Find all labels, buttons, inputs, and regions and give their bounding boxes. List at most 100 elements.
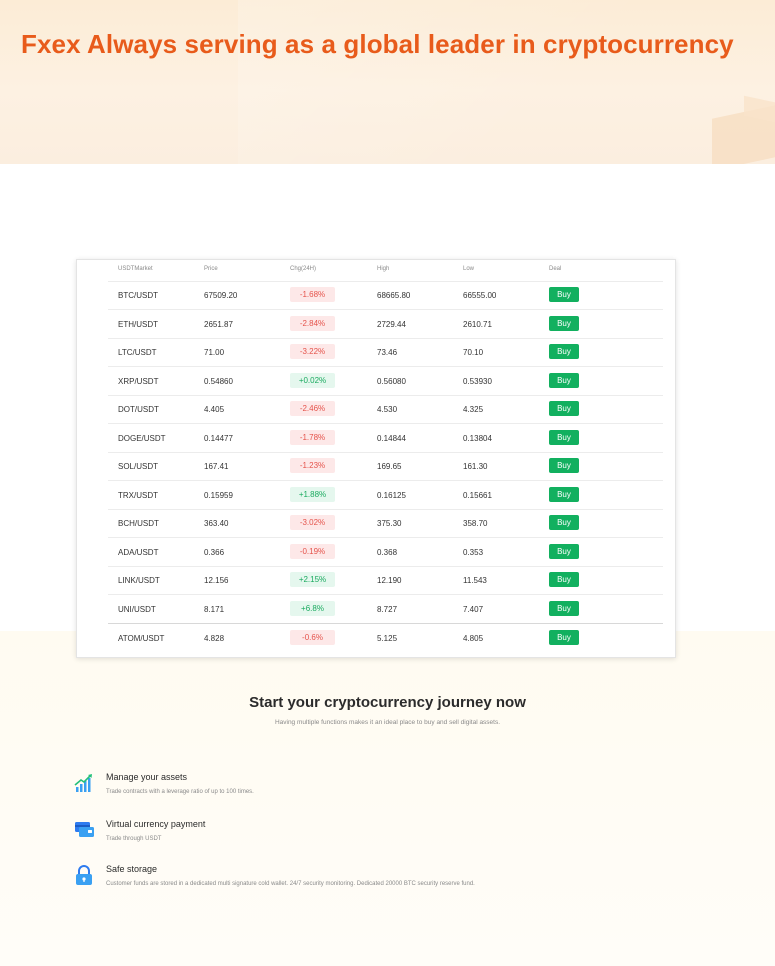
journey-section	[0, 631, 775, 966]
feature-title: Safe storage	[106, 864, 158, 874]
high-value: 5.125	[377, 634, 398, 643]
feature-description: Trade contracts with a leverage ratio of…	[106, 789, 254, 795]
price-value: 8.171	[204, 605, 225, 614]
price-value: 0.14477	[204, 434, 233, 443]
pair-name: ETH/USDT	[118, 320, 158, 329]
change-badge: -2.84%	[290, 316, 335, 331]
price-value: 12.156	[204, 576, 229, 585]
change-badge: -3.02%	[290, 515, 335, 530]
change-badge: +2.15%	[290, 572, 335, 587]
column-header-deal: Deal	[549, 266, 562, 272]
change-badge: +0.02%	[290, 373, 335, 388]
change-badge: -1.78%	[290, 430, 335, 445]
high-value: 8.727	[377, 605, 398, 614]
buy-button[interactable]: Buy	[549, 458, 579, 473]
table-row: BCH/USDT 363.40 -3.02% 375.30 358.70 Buy	[108, 509, 663, 538]
table-row: DOT/USDT 4.405 -2.46% 4.530 4.325 Buy	[108, 395, 663, 424]
hero-title: Fxex Always serving as a global leader i…	[21, 29, 734, 59]
price-value: 167.41	[204, 462, 229, 471]
pair-name: DOGE/USDT	[118, 434, 166, 443]
low-value: 0.53930	[463, 377, 492, 386]
payment-card-icon	[73, 819, 95, 841]
column-header-change: Chg(24H)	[290, 266, 317, 272]
low-value: 2610.71	[463, 320, 492, 329]
chart-growth-icon	[73, 772, 95, 794]
pair-name: LTC/USDT	[118, 348, 157, 357]
table-row: ETH/USDT 2651.87 -2.84% 2729.44 2610.71 Buy	[108, 310, 663, 339]
hero-banner: Fxex Always serving as a global leader i…	[0, 0, 775, 164]
buy-button[interactable]: Buy	[549, 572, 579, 587]
price-value: 0.15959	[204, 491, 233, 500]
pair-name: ATOM/USDT	[118, 634, 165, 643]
high-value: 73.46	[377, 348, 398, 357]
pair-name: ADA/USDT	[118, 548, 159, 557]
change-badge: -1.68%	[290, 287, 335, 302]
change-badge: -3.22%	[290, 344, 335, 359]
pair-name: UNI/USDT	[118, 605, 156, 614]
column-header-price: Price	[204, 266, 218, 272]
hero-decoration	[238, 0, 775, 164]
pair-name: XRP/USDT	[118, 377, 159, 386]
price-value: 0.54860	[204, 377, 233, 386]
buy-button[interactable]: Buy	[549, 430, 579, 445]
lock-icon	[73, 864, 95, 886]
change-badge: -0.19%	[290, 544, 335, 559]
journey-title: Start your cryptocurrency journey now	[249, 694, 526, 711]
feature-title: Virtual currency payment	[106, 819, 206, 829]
buy-button[interactable]: Buy	[549, 344, 579, 359]
journey-subtitle: Having multiple functions makes it an id…	[274, 719, 501, 726]
buy-button[interactable]: Buy	[549, 487, 579, 502]
low-value: 11.543	[463, 576, 487, 585]
table-row: ADA/USDT 0.366 -0.19% 0.368 0.353 Buy	[108, 538, 663, 567]
price-value: 363.40	[204, 519, 229, 528]
price-value: 2651.87	[204, 320, 233, 329]
high-value: 169.65	[377, 462, 402, 471]
buy-button[interactable]: Buy	[549, 373, 579, 388]
buy-button[interactable]: Buy	[549, 515, 579, 530]
low-value: 4.805	[463, 634, 484, 643]
high-value: 0.368	[377, 548, 398, 557]
feature-description: Trade through USDT	[106, 836, 162, 842]
market-table-header: USDTMarket Price Chg(24H) High Low Deal	[108, 260, 663, 282]
price-value: 71.00	[204, 348, 225, 357]
high-value: 0.14844	[377, 434, 406, 443]
table-row: ATOM/USDT 4.828 -0.6% 5.125 4.805 Buy	[108, 623, 663, 652]
price-value: 4.828	[204, 634, 225, 643]
buy-button[interactable]: Buy	[549, 287, 579, 302]
table-row: SOL/USDT 167.41 -1.23% 169.65 161.30 Buy	[108, 452, 663, 481]
change-badge: +6.8%	[290, 601, 335, 616]
table-row: TRX/USDT 0.15959 +1.88% 0.16125 0.15661 Buy	[108, 481, 663, 510]
market-table: USDTMarket Price Chg(24H) High Low Deal …	[76, 259, 676, 658]
pair-name: BCH/USDT	[118, 519, 159, 528]
change-badge: -1.23%	[290, 458, 335, 473]
buy-button[interactable]: Buy	[549, 630, 579, 645]
buy-button[interactable]: Buy	[549, 544, 579, 559]
high-value: 4.530	[377, 405, 398, 414]
low-value: 7.407	[463, 605, 484, 614]
high-value: 2729.44	[377, 320, 406, 329]
low-value: 70.10	[463, 348, 484, 357]
change-badge: +1.88%	[290, 487, 335, 502]
table-row: XRP/USDT 0.54860 +0.02% 0.56080 0.53930 Buy	[108, 367, 663, 396]
buy-button[interactable]: Buy	[549, 601, 579, 616]
low-value: 0.13804	[463, 434, 492, 443]
low-value: 0.15661	[463, 491, 492, 500]
table-row: LTC/USDT 71.00 -3.22% 73.46 70.10 Buy	[108, 338, 663, 367]
low-value: 161.30	[463, 462, 488, 471]
low-value: 358.70	[463, 519, 488, 528]
buy-button[interactable]: Buy	[549, 316, 579, 331]
column-header-market: USDTMarket	[118, 266, 153, 272]
table-row: LINK/USDT 12.156 +2.15% 12.190 11.543 Buy	[108, 566, 663, 595]
price-value: 67509.20	[204, 291, 238, 300]
low-value: 66555.00	[463, 291, 497, 300]
high-value: 375.30	[377, 519, 402, 528]
high-value: 12.190	[377, 576, 402, 585]
feature-title: Manage your assets	[106, 772, 188, 782]
change-badge: -2.46%	[290, 401, 335, 416]
table-row: UNI/USDT 8.171 +6.8% 8.727 7.407 Buy	[108, 595, 663, 624]
buy-button[interactable]: Buy	[549, 401, 579, 416]
high-value: 68665.80	[377, 291, 411, 300]
price-value: 4.405	[204, 405, 225, 414]
pair-name: TRX/USDT	[118, 491, 158, 500]
pair-name: BTC/USDT	[118, 291, 158, 300]
